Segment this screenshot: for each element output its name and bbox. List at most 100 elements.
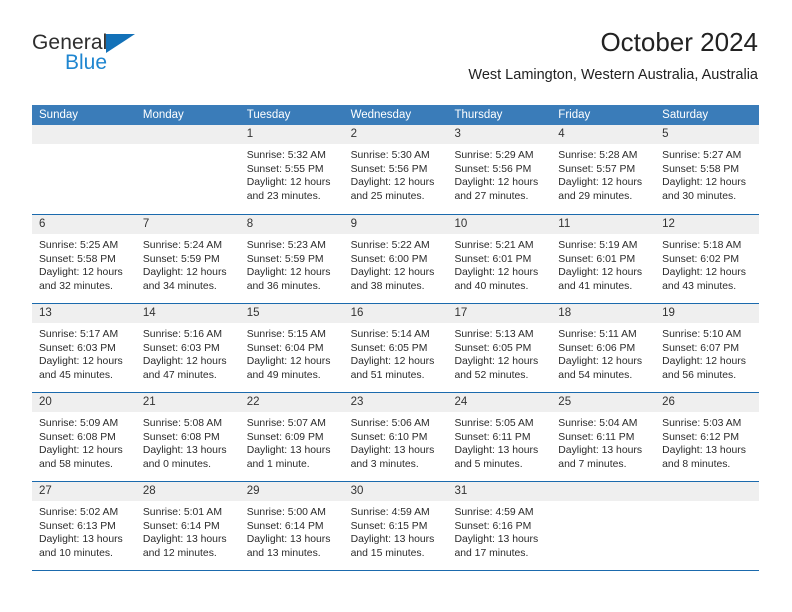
day-cell[interactable]: 3 Sunrise: 5:29 AM Sunset: 5:56 PM Daylight… — [447, 125, 552, 214]
day-cell[interactable]: 15 Sunrise: 5:15 AM Sunset: 6:04 PM Dayligh… — [239, 304, 344, 392]
sunset-text: Sunset: 6:02 PM — [662, 253, 739, 265]
page-title: October 2024 — [600, 27, 758, 57]
daylight-text-line1: Daylight: 12 hours — [662, 356, 746, 368]
daylight-text-line1: Daylight: 12 hours — [142, 356, 227, 368]
day-cell[interactable]: 2 Sunrise: 5:30 AM Sunset: 5:56 PM Daylight… — [343, 125, 448, 214]
day-number: 8 — [239, 215, 344, 234]
day-sun-info: Sunrise: 5:32 AM Sunset: 5:55 PM Daylight:… — [240, 144, 344, 203]
calendar-page: General Blue October 2024 West Lamington… — [0, 0, 792, 612]
sunrise-text: Sunrise: 5:01 AM — [142, 507, 222, 518]
day-cell[interactable]: 9 Sunrise: 5:22 AM Sunset: 6:00 PM Daylight… — [343, 215, 448, 303]
sunset-text: Sunset: 5:55 PM — [246, 163, 324, 175]
day-number: 30 — [343, 482, 448, 501]
weekday-header-friday: Friday — [558, 109, 591, 121]
day-cell[interactable]: 20 Sunrise: 5:09 AM Sunset: 6:08 PM Dayligh… — [32, 393, 136, 481]
day-cell[interactable]: 16 Sunrise: 5:14 AM Sunset: 6:05 PM Dayligh… — [343, 304, 448, 392]
day-number: 20 — [32, 393, 136, 412]
sunrise-text: Sunrise: 5:00 AM — [246, 507, 326, 518]
calendar-week-row: 1 Sunrise: 5:32 AM Sunset: 5:55 PM Daylight… — [32, 125, 760, 214]
sunset-text: Sunset: 6:14 PM — [246, 520, 324, 532]
calendar-week-row: 13 Sunrise: 5:17 AM Sunset: 6:03 PM Dayligh… — [32, 303, 760, 392]
day-cell[interactable]: 7 Sunrise: 5:24 AM Sunset: 5:59 PM Daylight… — [135, 215, 240, 303]
day-cell[interactable]: 11 Sunrise: 5:19 AM Sunset: 6:01 PM Dayligh… — [551, 215, 656, 303]
day-number: 9 — [343, 215, 448, 234]
sunrise-text: Sunrise: 5:02 AM — [39, 507, 119, 518]
sunrise-text: Sunrise: 5:08 AM — [142, 418, 222, 429]
day-number: 28 — [135, 482, 240, 501]
sunset-text: Sunset: 6:01 PM — [454, 253, 532, 265]
day-sun-info: Sunrise: 5:17 AM Sunset: 6:03 PM Daylight:… — [32, 323, 136, 382]
sunset-text: Sunset: 5:58 PM — [39, 253, 116, 265]
day-cell[interactable]: 12 Sunrise: 5:18 AM Sunset: 6:02 PM Dayligh… — [655, 215, 760, 303]
sunset-text: Sunset: 6:11 PM — [454, 431, 531, 443]
day-cell[interactable]: 24 Sunrise: 5:05 AM Sunset: 6:11 PM Dayligh… — [447, 393, 552, 481]
daylight-text-line2: and 32 minutes. — [39, 280, 113, 292]
day-cell[interactable]: 18 Sunrise: 5:11 AM Sunset: 6:06 PM Dayligh… — [551, 304, 656, 392]
daylight-text-line1: Daylight: 13 hours — [142, 534, 227, 546]
day-cell[interactable]: 27 Sunrise: 5:02 AM Sunset: 6:13 PM Dayligh… — [32, 482, 136, 570]
sunrise-text: Sunrise: 5:18 AM — [662, 240, 742, 251]
day-cell[interactable]: 31 Sunrise: 4:59 AM Sunset: 6:16 PM Dayligh… — [447, 482, 552, 570]
day-cell[interactable]: 26 Sunrise: 5:03 AM Sunset: 6:12 PM Dayligh… — [655, 393, 760, 481]
day-sun-info: Sunrise: 5:15 AM Sunset: 6:04 PM Daylight:… — [240, 323, 344, 382]
daylight-text-line1: Daylight: 13 hours — [246, 445, 331, 457]
daylight-text-line1: Daylight: 12 hours — [662, 267, 746, 279]
daylight-text-line1: Daylight: 13 hours — [662, 445, 746, 457]
sunrise-text: Sunrise: 5:25 AM — [39, 240, 119, 251]
day-cell[interactable]: 17 Sunrise: 5:13 AM Sunset: 6:05 PM Dayligh… — [447, 304, 552, 392]
day-cell[interactable]: 19 Sunrise: 5:10 AM Sunset: 6:07 PM Dayligh… — [655, 304, 760, 392]
daylight-text-line1: Daylight: 12 hours — [39, 267, 123, 279]
daylight-text-line1: Daylight: 12 hours — [246, 356, 331, 368]
daylight-text-line1: Daylight: 12 hours — [454, 267, 539, 279]
sunrise-text: Sunrise: 5:21 AM — [454, 240, 534, 251]
day-sun-info: Sunrise: 5:23 AM Sunset: 5:59 PM Daylight:… — [240, 234, 344, 293]
day-sun-info: Sunrise: 5:30 AM Sunset: 5:56 PM Daylight:… — [344, 144, 448, 203]
sunrise-text: Sunrise: 5:05 AM — [454, 418, 534, 429]
sunset-text: Sunset: 5:59 PM — [246, 253, 324, 265]
daylight-text-line2: and 36 minutes. — [246, 280, 321, 292]
sunset-text: Sunset: 6:15 PM — [350, 520, 428, 532]
sunset-text: Sunset: 5:58 PM — [662, 163, 739, 175]
daylight-text-line1: Daylight: 13 hours — [350, 445, 435, 457]
triangle-icon — [106, 34, 136, 53]
sunrise-text: Sunrise: 4:59 AM — [454, 507, 534, 518]
day-cell[interactable]: 5 Sunrise: 5:27 AM Sunset: 5:58 PM Daylight… — [655, 125, 760, 214]
day-sun-info: Sunrise: 5:09 AM Sunset: 6:08 PM Daylight:… — [32, 412, 136, 471]
day-number — [32, 125, 136, 144]
day-cell[interactable]: 6 Sunrise: 5:25 AM Sunset: 5:58 PM Daylight… — [32, 215, 136, 303]
day-cell[interactable]: 8 Sunrise: 5:23 AM Sunset: 5:59 PM Daylight… — [239, 215, 344, 303]
sunset-text: Sunset: 5:56 PM — [454, 163, 532, 175]
day-cell[interactable]: 28 Sunrise: 5:01 AM Sunset: 6:14 PM Dayligh… — [135, 482, 240, 570]
day-cell[interactable]: 4 Sunrise: 5:28 AM Sunset: 5:57 PM Daylight… — [551, 125, 656, 214]
weekday-header-row: Sunday Monday Tuesday Wednesday Thursday Frid… — [32, 105, 759, 125]
day-cell[interactable]: 14 Sunrise: 5:16 AM Sunset: 6:03 PM Dayligh… — [135, 304, 240, 392]
day-cell[interactable]: 22 Sunrise: 5:07 AM Sunset: 6:09 PM Dayligh… — [239, 393, 344, 481]
day-cell[interactable]: 13 Sunrise: 5:17 AM Sunset: 6:03 PM Dayligh… — [32, 304, 136, 392]
day-cell[interactable]: 23 Sunrise: 5:06 AM Sunset: 6:10 PM Dayligh… — [343, 393, 448, 481]
sunset-text: Sunset: 6:12 PM — [662, 431, 739, 443]
day-number — [655, 482, 760, 501]
day-number: 27 — [32, 482, 136, 501]
daylight-text-line1: Daylight: 13 hours — [454, 445, 539, 457]
sunrise-text: Sunrise: 5:15 AM — [246, 329, 326, 340]
day-cell[interactable]: 29 Sunrise: 5:00 AM Sunset: 6:14 PM Dayligh… — [239, 482, 344, 570]
daylight-text-line2: and 27 minutes. — [454, 190, 529, 202]
day-cell[interactable]: 21 Sunrise: 5:08 AM Sunset: 6:08 PM Dayligh… — [135, 393, 240, 481]
sunset-text: Sunset: 6:08 PM — [142, 431, 220, 443]
daylight-text-line2: and 47 minutes. — [142, 369, 217, 381]
daylight-text-line1: Daylight: 12 hours — [350, 356, 435, 368]
daylight-text-line1: Daylight: 12 hours — [454, 177, 539, 189]
day-cell[interactable]: 30 Sunrise: 4:59 AM Sunset: 6:15 PM Dayligh… — [343, 482, 448, 570]
day-cell[interactable]: 1 Sunrise: 5:32 AM Sunset: 5:55 PM Daylight… — [239, 125, 344, 214]
day-number: 24 — [447, 393, 552, 412]
day-cell[interactable]: 25 Sunrise: 5:04 AM Sunset: 6:11 PM Dayligh… — [551, 393, 656, 481]
daylight-text-line2: and 10 minutes. — [39, 547, 113, 559]
day-sun-info: Sunrise: 4:59 AM Sunset: 6:16 PM Daylight:… — [447, 501, 551, 560]
day-number — [551, 482, 656, 501]
sunset-text: Sunset: 6:08 PM — [39, 431, 116, 443]
calendar-weeks: 1 Sunrise: 5:32 AM Sunset: 5:55 PM Daylight… — [32, 125, 760, 570]
daylight-text-line1: Daylight: 12 hours — [350, 267, 435, 279]
day-cell[interactable]: 10 Sunrise: 5:21 AM Sunset: 6:01 PM Dayligh… — [447, 215, 552, 303]
calendar-week-row: 27 Sunrise: 5:02 AM Sunset: 6:13 PM Dayligh… — [32, 481, 760, 570]
daylight-text-line2: and 56 minutes. — [662, 369, 737, 381]
